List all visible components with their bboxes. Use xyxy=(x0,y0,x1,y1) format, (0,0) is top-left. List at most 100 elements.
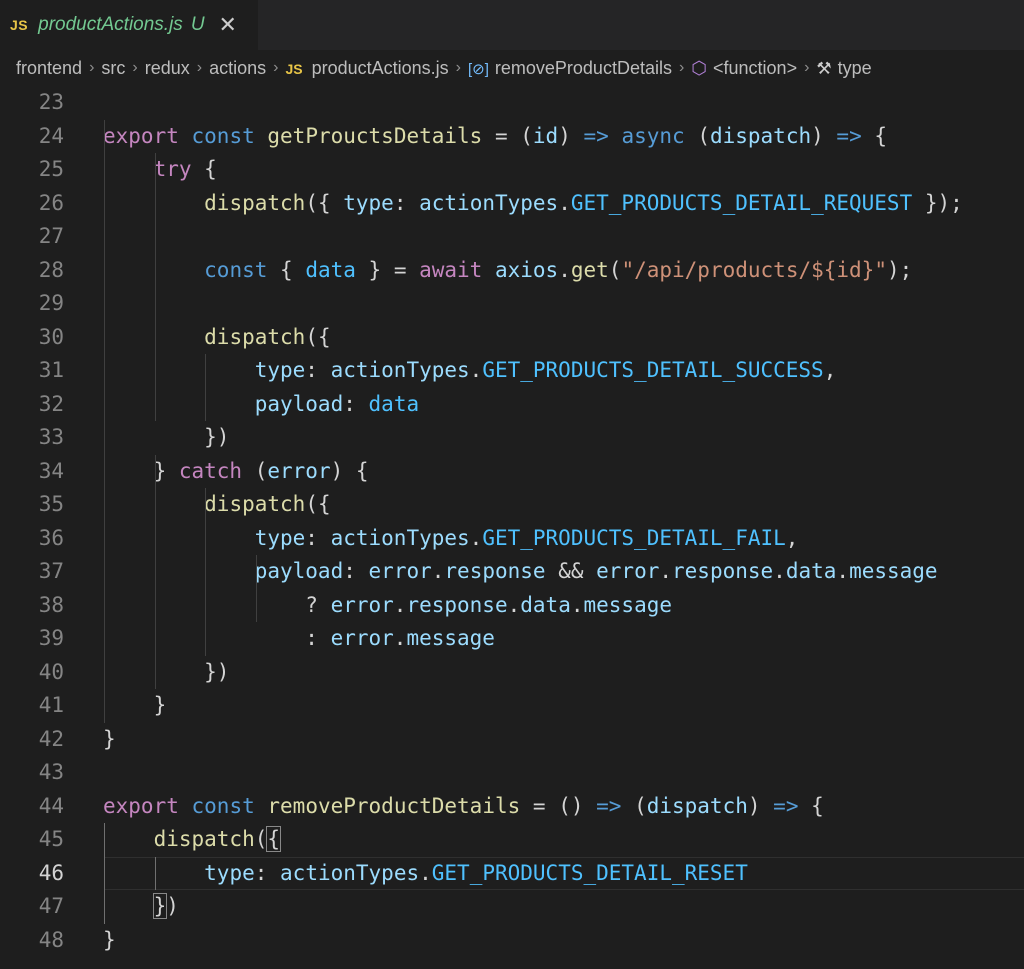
variable-icon: [⊘] xyxy=(467,60,489,78)
code-token: ) { xyxy=(330,458,369,483)
code-token: . xyxy=(507,592,521,617)
code-line[interactable]: 48} xyxy=(0,924,1024,958)
code-token: data xyxy=(785,559,837,583)
code-text: export const getProuctsDetails = (id) =>… xyxy=(103,120,887,154)
code-text: payload: data xyxy=(103,388,419,422)
breadcrumb-item[interactable]: JS productActions.js xyxy=(285,58,448,79)
cube-icon: ⬡ xyxy=(691,57,708,78)
line-number: 46 xyxy=(38,860,64,885)
breadcrumb-label: frontend xyxy=(16,57,83,78)
code-text: dispatch({ xyxy=(103,823,282,857)
code-token: GET_PRODUCTS_DETAIL_FAIL xyxy=(482,525,786,550)
indent-guide xyxy=(104,119,105,723)
code-token: . xyxy=(836,559,850,583)
code-line[interactable]: 45 dispatch({ xyxy=(0,823,1024,857)
line-number: 33 xyxy=(38,425,64,449)
breadcrumb-item[interactable]: actions xyxy=(209,58,266,79)
indent-guide xyxy=(104,823,105,924)
code-token: actionTypes xyxy=(419,190,559,215)
breadcrumb-item[interactable]: ⚒ type xyxy=(816,58,871,79)
code-line[interactable]: 43 xyxy=(0,756,1024,790)
code-token: ); xyxy=(886,257,913,282)
chevron-right-icon: › xyxy=(132,59,138,76)
code-text: type: actionTypes.GET_PRODUCTS_DETAIL_RE… xyxy=(103,857,748,891)
code-token: data xyxy=(305,257,356,282)
code-token: }); xyxy=(912,190,963,215)
code-token: dispatch xyxy=(709,123,812,148)
code-text: type: actionTypes.GET_PRODUCTS_DETAIL_FA… xyxy=(103,522,799,556)
code-token: } xyxy=(152,893,168,919)
chevron-right-icon: › xyxy=(196,59,203,76)
code-token: . xyxy=(659,559,673,583)
code-token: message xyxy=(406,626,495,650)
code-token: { xyxy=(861,123,888,148)
code-token: export xyxy=(103,123,179,148)
breadcrumb-item[interactable]: redux xyxy=(145,58,190,79)
close-icon[interactable]: ✕ xyxy=(219,14,237,36)
code-editor[interactable]: 23 24 export const getProuctsDetails = (id… xyxy=(0,86,1024,969)
code-line[interactable]: 44 export const removeProductDetails = ()… xyxy=(0,790,1024,824)
breadcrumb-item[interactable]: [⊘] removeProductDetails xyxy=(468,58,672,79)
code-token: ) xyxy=(166,894,179,918)
code-text: } xyxy=(103,723,116,757)
breadcrumb-label: redux xyxy=(144,57,190,78)
code-token: payload xyxy=(254,559,344,583)
code-token: } xyxy=(103,693,167,717)
code-text: export const removeProductDetails = () =… xyxy=(103,790,824,824)
code-token: const xyxy=(191,123,255,148)
breadcrumb-label: removeProductDetails xyxy=(494,57,672,78)
line-number: 40 xyxy=(38,659,64,684)
line-number: 41 xyxy=(38,693,64,717)
code-token: "/api/products/${id}" xyxy=(621,257,887,282)
line-number: 48 xyxy=(38,927,64,952)
code-token: . xyxy=(393,592,407,617)
tab-title: productActions.js xyxy=(38,14,183,35)
code-token: => xyxy=(596,793,622,818)
code-token: error xyxy=(267,458,331,483)
code-text: } xyxy=(103,689,167,723)
code-token: try xyxy=(153,157,192,181)
tab-product-actions[interactable]: JS productActions.js U ✕ xyxy=(0,0,258,50)
code-token: error xyxy=(596,559,660,583)
line-number: 25 xyxy=(38,157,64,181)
code-line[interactable]: 41 } xyxy=(0,689,1024,723)
code-token: message xyxy=(583,592,673,617)
code-token: GET_PRODUCTS_DETAIL_RESET xyxy=(431,860,748,885)
code-token: . xyxy=(558,257,571,282)
code-text: } catch (error) { xyxy=(103,455,369,489)
code-token: axios xyxy=(494,257,559,282)
chevron-right-icon: › xyxy=(455,59,461,76)
tab-bar: JS productActions.js U ✕ xyxy=(0,0,1024,50)
code-token: . xyxy=(469,525,483,550)
code-line[interactable]: 23 xyxy=(0,86,1024,120)
breadcrumb-item[interactable]: ⬡ <function> xyxy=(691,58,797,79)
chevron-right-icon: › xyxy=(804,59,810,76)
code-token: { xyxy=(191,157,217,181)
code-line[interactable]: 42} xyxy=(0,723,1024,757)
code-token: }) xyxy=(103,425,230,449)
code-token: type xyxy=(254,525,306,550)
code-text: }) xyxy=(103,890,179,924)
line-number: 31 xyxy=(38,358,64,382)
code-text: }) xyxy=(103,656,229,690)
line-number: 38 xyxy=(38,592,64,617)
code-token: type xyxy=(254,358,306,382)
code-token: data xyxy=(368,391,420,416)
code-token: dispatch xyxy=(153,827,255,851)
code-text: }) xyxy=(103,421,229,455)
breadcrumb-item[interactable]: src xyxy=(101,58,125,79)
code-text: } xyxy=(103,924,116,958)
code-line[interactable]: 47 }) xyxy=(0,890,1024,924)
code-token: . xyxy=(558,190,571,215)
code-token: response xyxy=(444,559,546,583)
breadcrumb-item[interactable]: frontend xyxy=(16,58,82,79)
code-token: dispatch xyxy=(204,324,306,349)
chevron-right-icon: › xyxy=(89,59,95,76)
code-line[interactable]: 24 export const getProuctsDetails = (id) … xyxy=(0,120,1024,154)
code-token: response xyxy=(672,559,774,583)
code-line[interactable]: 33 }) xyxy=(0,421,1024,455)
breadcrumb-label: <function> xyxy=(713,57,798,78)
line-number: 34 xyxy=(38,458,64,483)
